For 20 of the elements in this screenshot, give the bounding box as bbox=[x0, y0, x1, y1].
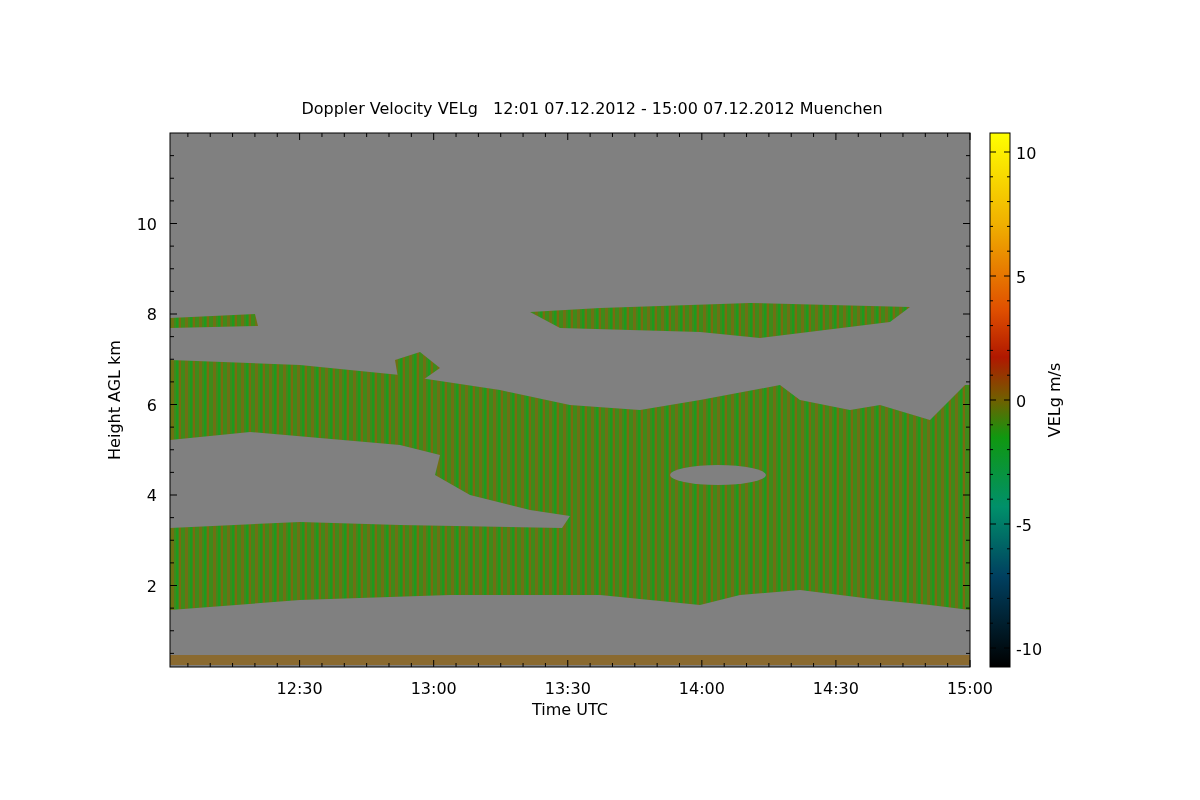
x-tick-label: 15:00 bbox=[946, 679, 994, 698]
x-tick-label: 12:30 bbox=[276, 679, 323, 698]
y-tick-label: 6 bbox=[146, 395, 157, 415]
x-axis-label: Time UTC bbox=[532, 700, 608, 719]
y-axis-label: Height AGL km bbox=[105, 340, 124, 460]
colorbar-tick-label: 0 bbox=[1016, 392, 1027, 411]
y-tick-label: 4 bbox=[146, 486, 157, 505]
colorbar-tick-label: -5 bbox=[1016, 516, 1032, 535]
chart-title: Doppler Velocity VELg 12:01 07.12.2012 - 15:00 07.12.2012 Muenchen bbox=[301, 99, 883, 118]
y-tick-label: 2 bbox=[146, 576, 157, 596]
x-tick-label: 13:00 bbox=[410, 679, 457, 698]
x-tick-label: 14:30 bbox=[812, 679, 859, 698]
y-tick-label: 10 bbox=[136, 214, 157, 234]
colorbar-label: VELg m/s bbox=[1045, 362, 1064, 438]
x-tick-label: 13:30 bbox=[544, 679, 591, 698]
colorbar-tick-label: -10 bbox=[1016, 640, 1043, 659]
colorbar-tick-label: 10 bbox=[1016, 144, 1037, 163]
y-tick-label: 8 bbox=[146, 305, 157, 324]
x-tick-label: 14:00 bbox=[678, 679, 725, 698]
colorbar-tick-label: 5 bbox=[1016, 268, 1027, 287]
